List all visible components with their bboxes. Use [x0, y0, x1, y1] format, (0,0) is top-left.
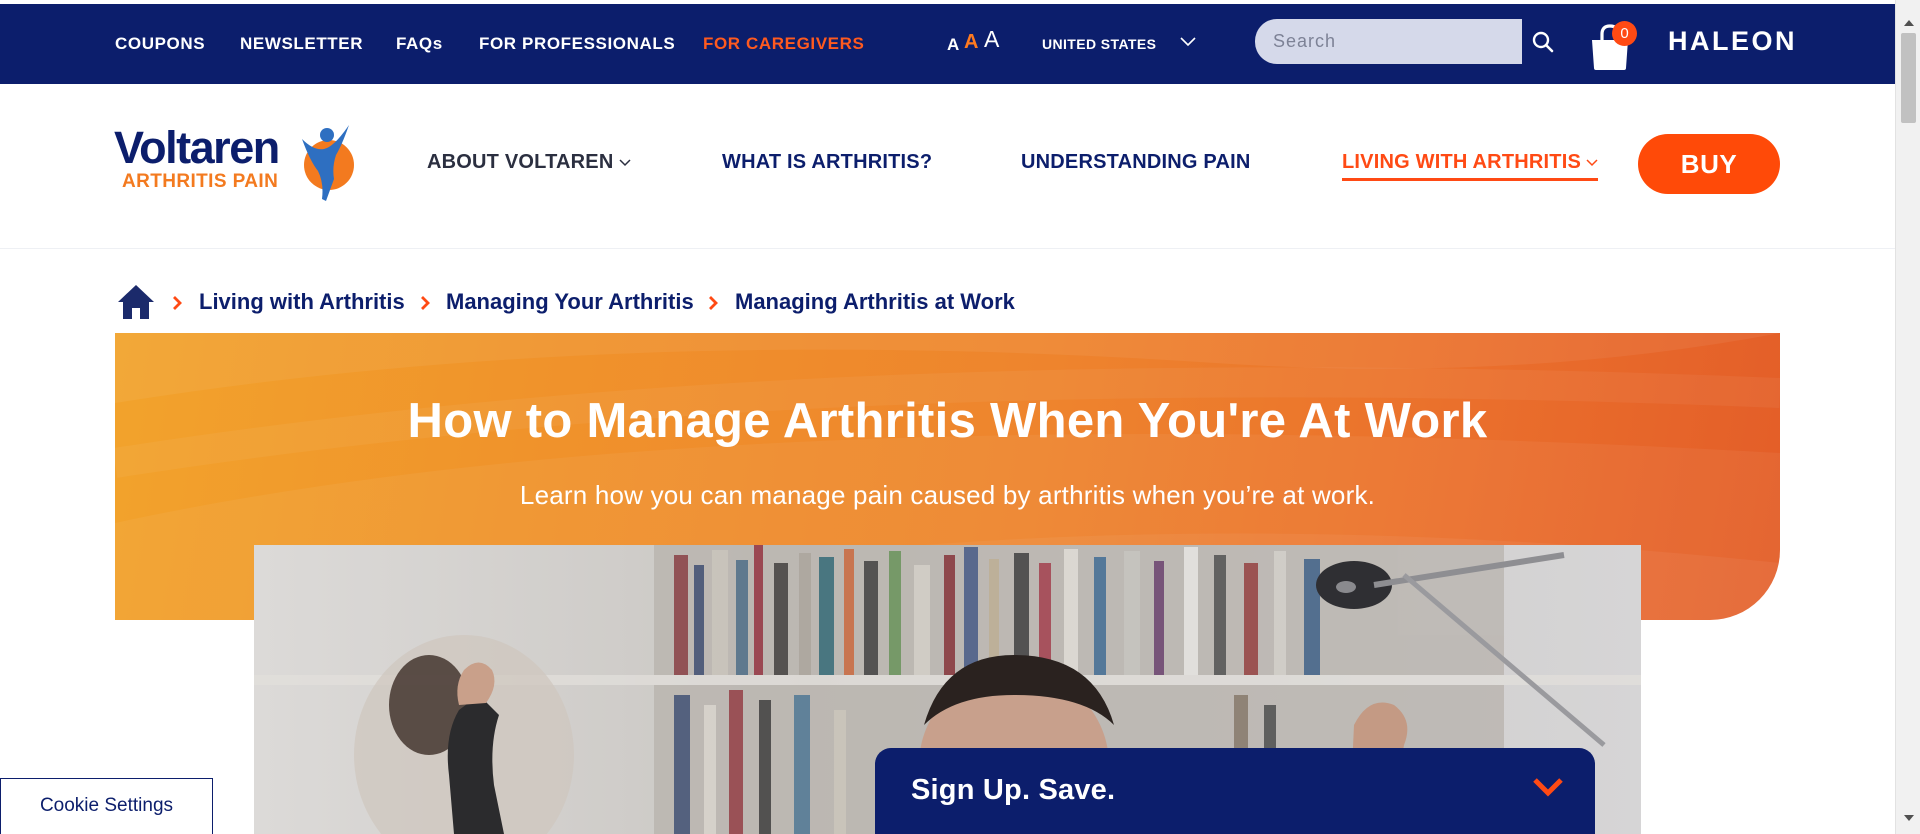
signup-title: Sign Up. Save. [911, 774, 1116, 806]
nav-active-underline [1342, 178, 1598, 181]
chevron-down-icon [1586, 159, 1598, 166]
chevron-right-icon [421, 296, 430, 310]
breadcrumb-managing-your-arthritis[interactable]: Managing Your Arthritis [446, 289, 694, 315]
nav-living-with-arthritis-label: LIVING WITH ARTHRITIS [1342, 151, 1581, 173]
search-input[interactable] [1255, 19, 1522, 64]
chevron-down-icon[interactable] [1532, 776, 1564, 798]
page-scrollbar[interactable] [1895, 0, 1920, 834]
voltaren-logo[interactable]: Voltaren ARTHRITIS PAIN [114, 121, 364, 203]
breadcrumb-living-with-arthritis[interactable]: Living with Arthritis [199, 289, 405, 315]
main-navigation: Voltaren ARTHRITIS PAIN ABOUT VOLTAREN W… [0, 84, 1895, 249]
nav-what-is-arthritis[interactable]: WHAT IS ARTHRITIS? [722, 84, 932, 240]
chevron-down-icon[interactable] [1177, 30, 1199, 52]
scroll-down-arrow-icon[interactable] [1904, 815, 1914, 821]
home-icon[interactable] [117, 283, 155, 321]
search-button[interactable] [1522, 19, 1564, 64]
font-size-large[interactable]: A [984, 27, 999, 51]
buy-button[interactable]: BUY [1638, 134, 1780, 194]
chevron-right-icon [173, 296, 182, 310]
topbar-link-newsletter[interactable]: NEWSLETTER [240, 4, 363, 84]
logo-subtitle: ARTHRITIS PAIN [122, 171, 279, 192]
topbar-link-for-caregivers[interactable]: FOR CAREGIVERS [703, 4, 864, 84]
cookie-settings-button[interactable]: Cookie Settings [0, 778, 213, 834]
nav-living-with-arthritis[interactable]: LIVING WITH ARTHRITIS [1342, 84, 1599, 240]
topbar-link-for-professionals[interactable]: FOR PROFESSIONALS [479, 4, 675, 84]
country-selector[interactable]: UNITED STATES [1042, 4, 1156, 84]
page-title: How to Manage Arthritis When You're At W… [407, 394, 1488, 448]
chevron-right-icon [709, 296, 718, 310]
font-size-small[interactable]: A [947, 33, 959, 57]
chevron-down-icon [618, 159, 631, 166]
font-size-medium[interactable]: A [964, 30, 978, 54]
cart-count-badge: 0 [1612, 21, 1637, 46]
nav-about-voltaren-label: ABOUT VOLTAREN [427, 151, 614, 173]
signup-panel[interactable]: Sign Up. Save. [875, 748, 1595, 834]
utility-bar: COUPONS NEWSLETTER FAQs FOR PROFESSIONAL… [0, 4, 1895, 84]
logo-figure-icon [302, 125, 354, 201]
scrollbar-thumb[interactable] [1901, 33, 1916, 123]
nav-about-voltaren[interactable]: ABOUT VOLTAREN [427, 84, 632, 240]
haleon-logo[interactable]: HALEON [1668, 26, 1797, 57]
search-icon [1532, 31, 1554, 52]
scroll-up-arrow-icon[interactable] [1904, 20, 1914, 26]
page-subtitle: Learn how you can manage pain caused by … [519, 480, 1376, 510]
topbar-link-faqs[interactable]: FAQs [396, 4, 443, 84]
nav-understanding-pain[interactable]: UNDERSTANDING PAIN [1021, 84, 1251, 240]
logo-wordmark: Voltaren [114, 122, 280, 173]
topbar-link-coupons[interactable]: COUPONS [115, 4, 205, 84]
breadcrumb-managing-arthritis-at-work: Managing Arthritis at Work [735, 289, 1015, 314]
